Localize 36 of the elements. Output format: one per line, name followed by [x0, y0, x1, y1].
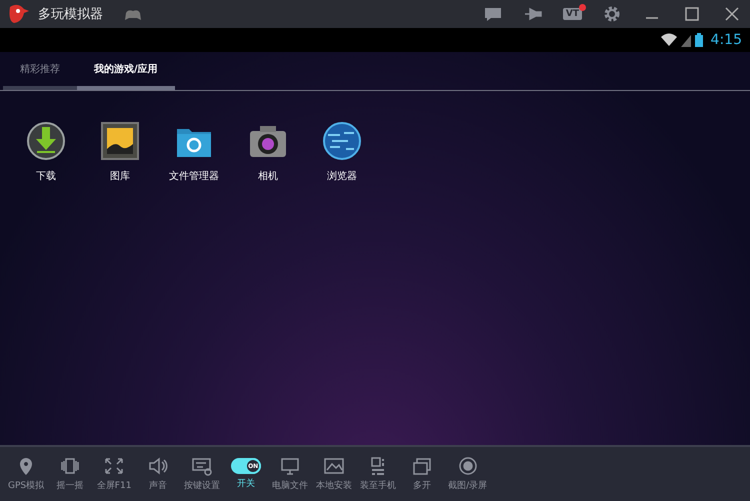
- image-icon: [323, 456, 346, 476]
- toolbar-button[interactable]: 摇一摇: [48, 456, 92, 492]
- tab[interactable]: 精彩推荐: [3, 52, 77, 90]
- app-label[interactable]: 下载: [36, 169, 56, 183]
- chat-icon[interactable]: [482, 5, 503, 23]
- toolbar-button[interactable]: GPS模拟: [4, 456, 48, 492]
- toolbar-button[interactable]: 电脑文件: [268, 456, 312, 492]
- signal-icon: [680, 33, 691, 47]
- fullscreen-icon: [103, 456, 126, 476]
- speaker-icon: [147, 456, 170, 476]
- record-icon: [456, 456, 479, 476]
- app-label[interactable]: 相机: [258, 169, 278, 183]
- toolbar-button[interactable]: 本地安装: [312, 456, 356, 492]
- app-label[interactable]: 文件管理器: [169, 169, 219, 183]
- toolbar-button[interactable]: 全屏F11: [92, 456, 136, 492]
- globe-icon[interactable]: [322, 121, 362, 161]
- toolbar-button[interactable]: 装至手机: [356, 456, 400, 492]
- toolbar-button[interactable]: 声音: [136, 456, 180, 492]
- app-label[interactable]: 图库: [110, 169, 130, 183]
- clock-time: 4:15: [710, 32, 742, 48]
- app-label[interactable]: 浏览器: [327, 169, 357, 183]
- window-title: 多玩模拟器: [38, 6, 103, 23]
- monitor-icon: [279, 456, 302, 476]
- toolbar-button[interactable]: 多开: [400, 456, 444, 492]
- windows-icon: [411, 456, 434, 476]
- keyboard-gear-icon: [191, 456, 214, 476]
- picture-icon[interactable]: [100, 121, 140, 161]
- tab[interactable]: 我的游戏/应用: [77, 52, 175, 90]
- toolbar-button[interactable]: 按键设置: [180, 456, 224, 492]
- pin-icon[interactable]: [522, 5, 543, 23]
- download-icon[interactable]: [26, 121, 66, 161]
- toolbar-button[interactable]: 截图/录屏: [444, 456, 492, 492]
- wifi-icon: [660, 33, 677, 47]
- phone-vibrate-icon: [59, 456, 82, 476]
- settings-icon[interactable]: [602, 5, 622, 23]
- battery-icon: [694, 33, 703, 47]
